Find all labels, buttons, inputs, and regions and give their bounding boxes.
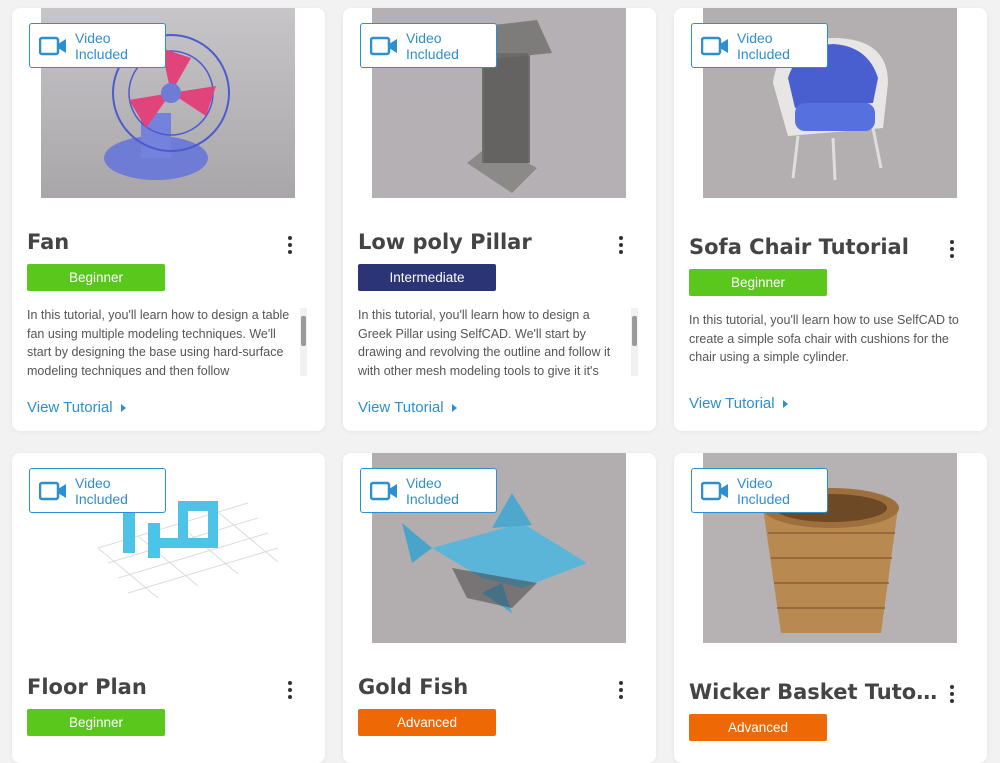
video-included-label: Video Included	[75, 29, 128, 62]
card-description: In this tutorial, you'll learn how to de…	[358, 308, 611, 378]
video-included-badge: Video Included	[691, 23, 828, 68]
caret-right-icon	[451, 403, 457, 412]
card-title: Fan	[27, 230, 70, 254]
tutorial-card-fan[interactable]: Video Included Fan Beginner In this tuto…	[12, 8, 325, 431]
video-included-badge: Video Included	[29, 23, 166, 68]
card-description: In this tutorial, you'll learn how to us…	[689, 313, 959, 364]
video-camera-icon	[701, 481, 729, 501]
card-title: Floor Plan	[27, 675, 147, 699]
video-included-label: Video Included	[406, 29, 459, 62]
video-included-label: Video Included	[737, 29, 790, 62]
tutorial-card-sofa-chair[interactable]: Video Included Sofa Chair Tutorial Begin…	[674, 8, 987, 431]
caret-right-icon	[120, 403, 126, 412]
card-title: Sofa Chair Tutorial	[689, 235, 909, 259]
video-camera-icon	[370, 36, 398, 56]
level-badge: Intermediate	[358, 264, 496, 291]
caret-right-icon	[782, 399, 788, 408]
video-camera-icon	[39, 36, 67, 56]
card-title: Low poly Pillar	[358, 230, 532, 254]
view-tutorial-link[interactable]: View Tutorial	[358, 399, 457, 416]
card-title: Wicker Basket Tuto...	[689, 680, 939, 704]
video-camera-icon	[370, 481, 398, 501]
level-badge: Beginner	[689, 269, 827, 296]
video-included-badge: Video Included	[691, 468, 828, 513]
more-options-icon[interactable]	[283, 679, 297, 701]
more-options-icon[interactable]	[614, 234, 628, 256]
view-tutorial-label: View Tutorial	[358, 399, 444, 416]
video-included-badge: Video Included	[29, 468, 166, 513]
video-included-label: Video Included	[737, 474, 790, 507]
more-options-icon[interactable]	[945, 683, 959, 705]
view-tutorial-label: View Tutorial	[689, 395, 775, 412]
description-scrollbar[interactable]	[300, 308, 307, 376]
video-camera-icon	[39, 481, 67, 501]
more-options-icon[interactable]	[945, 238, 959, 260]
video-included-label: Video Included	[406, 474, 459, 507]
video-included-badge: Video Included	[360, 23, 497, 68]
more-options-icon[interactable]	[283, 234, 297, 256]
video-included-label: Video Included	[75, 474, 128, 507]
view-tutorial-label: View Tutorial	[27, 399, 113, 416]
level-badge: Advanced	[689, 714, 827, 741]
tutorial-card-floor-plan[interactable]: Video Included Floor Plan Beginner	[12, 453, 325, 763]
level-badge: Beginner	[27, 709, 165, 736]
view-tutorial-link[interactable]: View Tutorial	[689, 395, 788, 412]
video-included-badge: Video Included	[360, 468, 497, 513]
tutorial-card-wicker-basket[interactable]: Video Included Wicker Basket Tuto... Adv…	[674, 453, 987, 763]
view-tutorial-link[interactable]: View Tutorial	[27, 399, 126, 416]
tutorial-card-pillar[interactable]: Video Included Low poly Pillar Intermedi…	[343, 8, 656, 431]
description-scrollbar[interactable]	[631, 308, 638, 376]
card-description: In this tutorial, you'll learn how to de…	[27, 308, 290, 378]
level-badge: Beginner	[27, 264, 165, 291]
card-title: Gold Fish	[358, 675, 469, 699]
more-options-icon[interactable]	[614, 679, 628, 701]
tutorial-card-gold-fish[interactable]: Video Included Gold Fish Advanced	[343, 453, 656, 763]
video-camera-icon	[701, 36, 729, 56]
level-badge: Advanced	[358, 709, 496, 736]
